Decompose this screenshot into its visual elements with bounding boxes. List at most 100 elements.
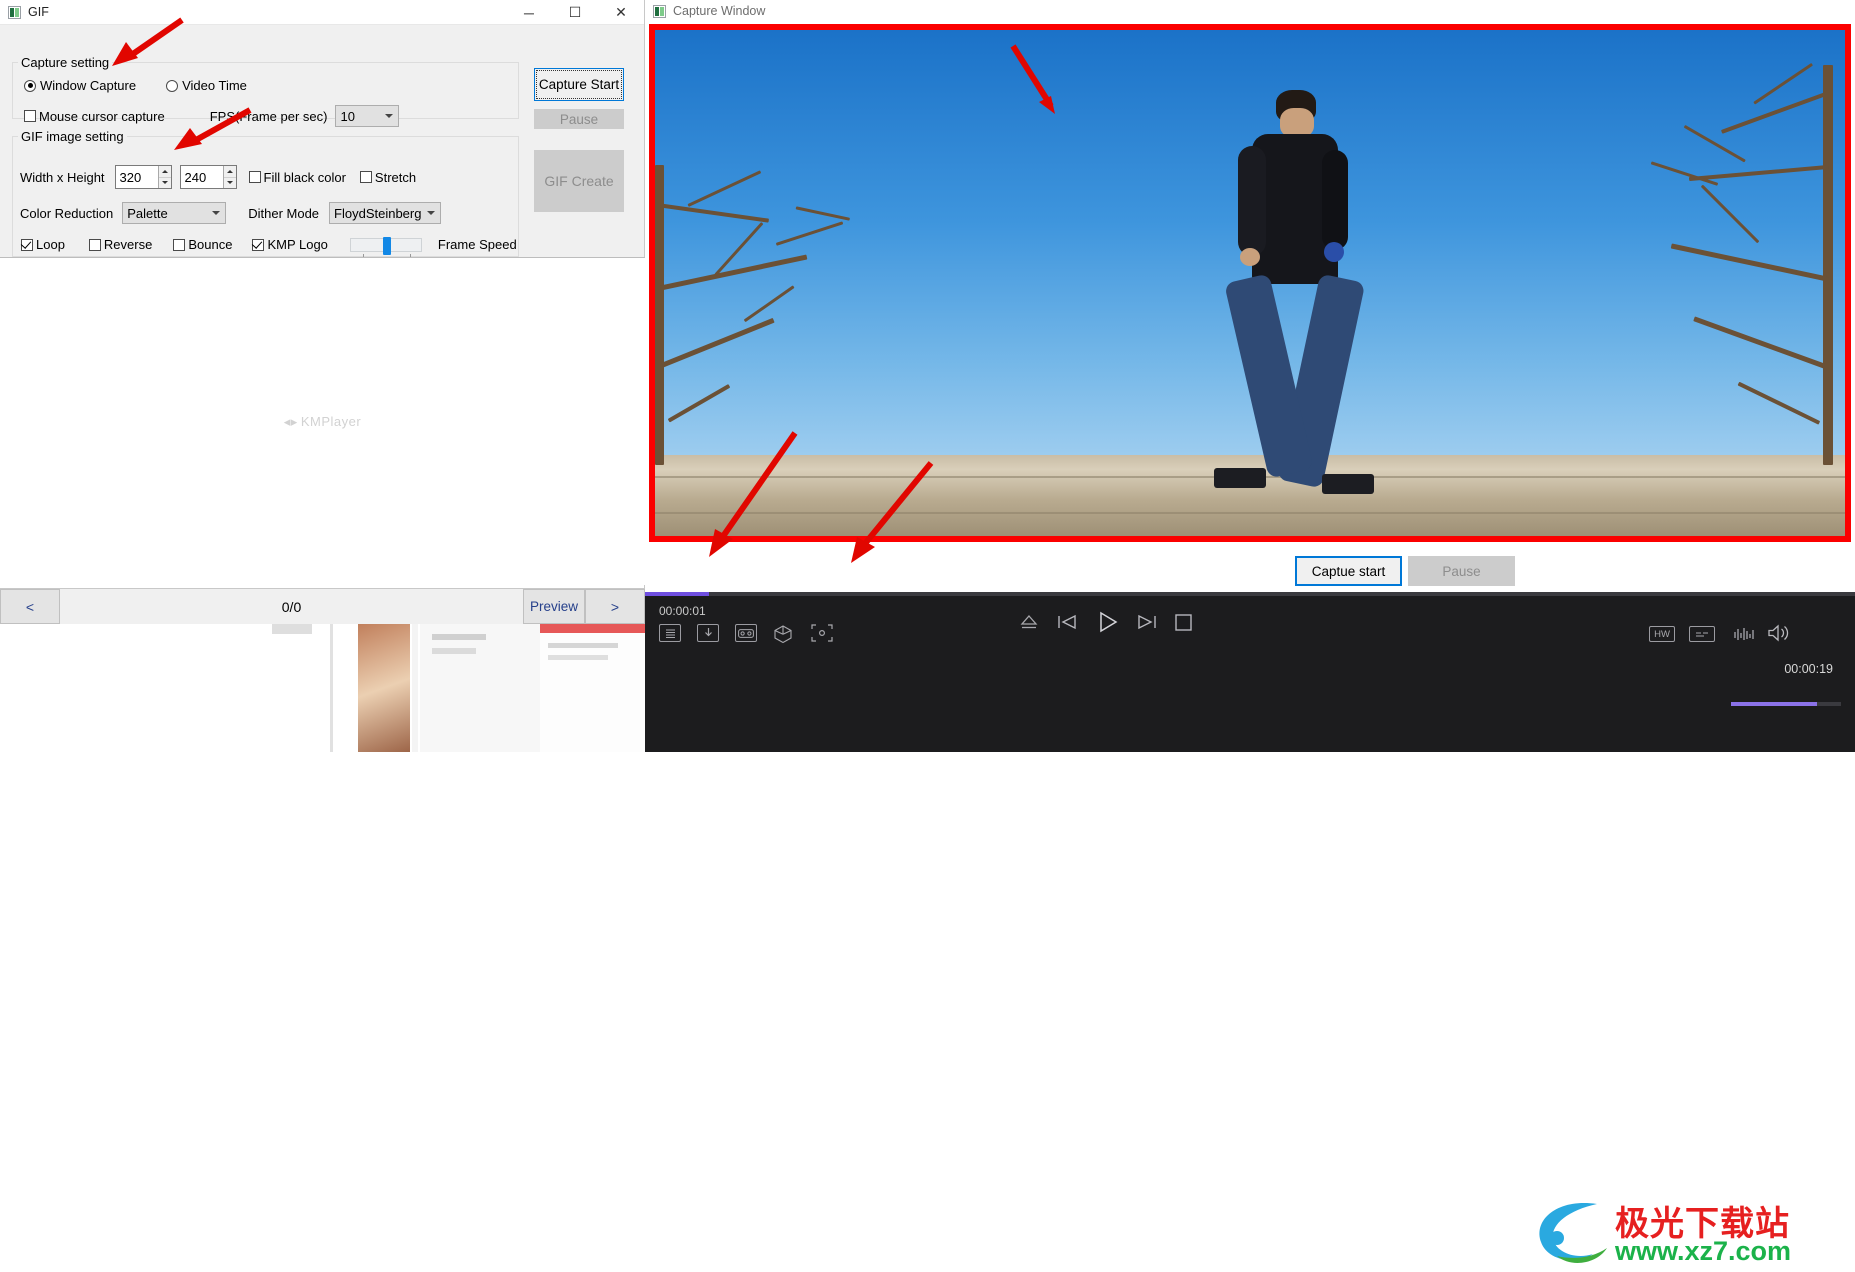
gif-preview-area: ◂▸ KMPlayer (0, 257, 645, 585)
width-stepper[interactable] (114, 165, 172, 189)
height-spin-buttons[interactable] (222, 166, 236, 188)
hw-badge-icon[interactable]: HW (1649, 626, 1675, 642)
gif-flags-row: Loop Reverse Bounce KMP Logo Frame Speed (21, 236, 517, 258)
preview-button[interactable]: Preview (523, 589, 585, 624)
capture-window-title: Capture Window (673, 4, 766, 18)
tree-left (655, 135, 875, 466)
desktop-background-strip (0, 624, 645, 752)
spin-up-icon[interactable] (223, 166, 236, 177)
desktop-thumb (412, 624, 418, 752)
checkbox-reverse[interactable]: Reverse (88, 237, 153, 252)
equalizer-icon[interactable] (1733, 626, 1755, 642)
spin-down-icon[interactable] (223, 176, 236, 188)
checkbox-box-icon (252, 238, 265, 251)
capture-setting-legend: Capture setting (21, 55, 110, 70)
spin-down-icon[interactable] (158, 176, 171, 188)
spin-up-icon[interactable] (158, 166, 171, 177)
checkbox-kmp-logo[interactable]: KMP Logo (252, 237, 328, 252)
cube-3d-icon[interactable] (773, 624, 793, 644)
frame-speed-slider[interactable] (349, 236, 422, 258)
checkbox-box-icon (359, 171, 372, 183)
volume-level (1731, 702, 1817, 706)
pause-button[interactable]: Pause (534, 109, 624, 129)
captue-start-button[interactable]: Captue start (1295, 556, 1402, 586)
capture-pause-button[interactable]: Pause (1408, 556, 1515, 586)
hw-badge-label: HW (1654, 628, 1670, 640)
width-input[interactable] (115, 166, 158, 188)
close-icon[interactable]: ✕ (598, 0, 644, 25)
gif-create-button[interactable]: GIF Create (534, 150, 624, 212)
video-scene (655, 30, 1845, 536)
person-shoe-back (1214, 468, 1266, 488)
gif-dialog-window: GIF ─ ☐ ✕ Capture setting Window Capture… (0, 0, 645, 752)
frame-counter: 0/0 (281, 598, 302, 615)
size-row: Width x Height Fill black color (20, 165, 416, 189)
checkbox-stretch[interactable]: Stretch (359, 170, 416, 185)
height-input[interactable] (180, 166, 223, 188)
person-arm-right (1322, 150, 1348, 250)
checkbox-box-icon (88, 238, 101, 251)
desktop-thumb (548, 655, 608, 660)
play-icon[interactable] (1095, 610, 1119, 634)
person-arm-left (1238, 146, 1266, 256)
download-icon[interactable] (697, 624, 719, 642)
stop-icon[interactable] (1175, 614, 1192, 631)
minimize-icon[interactable]: ─ (506, 0, 552, 25)
dither-mode-select[interactable]: FloydSteinberg (329, 202, 442, 224)
checkbox-reverse-label: Reverse (103, 237, 153, 252)
checkbox-bounce-label: Bounce (188, 237, 233, 252)
capture-video-frame (649, 24, 1851, 542)
capture-app-icon (653, 4, 666, 18)
width-height-label: Width x Height (20, 169, 105, 185)
next-track-icon[interactable] (1137, 614, 1157, 630)
tree-right (1609, 45, 1845, 466)
vr-glasses-icon[interactable] (735, 624, 757, 642)
slider-knob[interactable] (382, 236, 391, 255)
capture-start-button[interactable]: Capture Start (534, 68, 624, 101)
kmplayer-watermark-label: KMPlayer (300, 414, 362, 429)
checkbox-fill-black-color-label: Fill black color (263, 169, 346, 185)
checkbox-mouse-cursor-capture[interactable]: Mouse cursor capture (24, 109, 165, 124)
volume-slider[interactable] (1731, 702, 1841, 706)
current-time-label: 00:00:01 (659, 604, 706, 618)
desktop-thumb (548, 643, 618, 648)
dither-mode-label: Dither Mode (248, 205, 320, 221)
checkbox-loop[interactable]: Loop (21, 237, 65, 252)
desktop-thumb (272, 624, 312, 634)
checkbox-bounce[interactable]: Bounce (173, 237, 232, 252)
color-reduction-label: Color Reduction (20, 205, 114, 221)
gif-settings-body: Capture setting Window Capture Video Tim… (0, 25, 644, 258)
fps-select[interactable]: 10 (335, 105, 400, 127)
color-reduction-combo-wrap: Palette (122, 202, 227, 224)
radio-video-time[interactable]: Video Time (166, 78, 247, 93)
eject-icon[interactable] (1020, 614, 1038, 630)
playlist-icon[interactable] (659, 624, 681, 642)
seek-bar[interactable] (645, 592, 1855, 596)
previous-frame-button[interactable]: < (0, 589, 60, 624)
checkbox-fill-black-color[interactable]: Fill black color (248, 169, 346, 185)
width-spin-buttons[interactable] (157, 166, 171, 188)
frame-speed-label: Frame Speed (437, 237, 517, 252)
checkbox-box-icon (173, 238, 186, 251)
volume-icon[interactable] (1767, 624, 1793, 642)
window-controls: ─ ☐ ✕ (506, 0, 644, 25)
subtitle-icon[interactable] (1689, 626, 1715, 642)
maximize-icon[interactable]: ☐ (552, 0, 598, 25)
previous-track-icon[interactable] (1057, 614, 1077, 630)
walking-person (1210, 90, 1390, 520)
color-reduction-select[interactable]: Palette (122, 202, 227, 224)
capture-titlebar: Capture Window (645, 0, 1855, 22)
next-frame-button[interactable]: > (585, 589, 645, 624)
desktop-thumb (420, 624, 540, 752)
radio-video-time-label: Video Time (182, 78, 247, 93)
height-stepper[interactable] (179, 165, 237, 189)
checkbox-box-icon (24, 110, 36, 122)
dither-mode-combo-wrap: FloydSteinberg (329, 202, 442, 224)
screenshot-icon[interactable] (811, 624, 833, 642)
capture-mode-row: Window Capture Video Time (24, 78, 247, 93)
fps-label: FPS(Frame per sec) (209, 108, 328, 124)
radio-dot-icon (24, 79, 36, 92)
site-watermark: 极光下载站 www.xz7.com (1527, 1192, 1837, 1272)
kmplayer-watermark: ◂▸ KMPlayer (284, 414, 361, 430)
radio-window-capture[interactable]: Window Capture (24, 78, 136, 93)
